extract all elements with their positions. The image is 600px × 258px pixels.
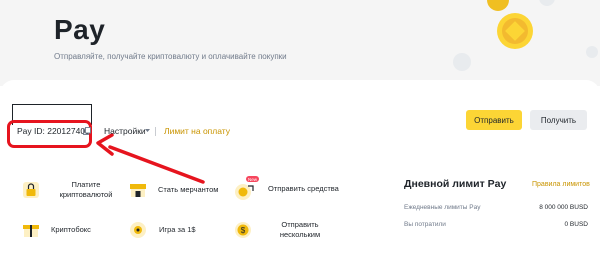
multi-send-icon: $	[235, 222, 251, 238]
settings-dropdown[interactable]: Настройки	[104, 126, 146, 136]
coins-illustration	[453, 0, 598, 71]
daily-limit-title: Дневной лимит Pay	[404, 178, 507, 190]
action-send-multiple[interactable]: Отправить нескольким	[268, 220, 332, 240]
action-become-merchant[interactable]: Стать мерчантом	[158, 185, 218, 195]
new-badge: New	[246, 176, 260, 182]
action-pay-crypto[interactable]: Платите криптовалютой	[56, 180, 116, 200]
hero-banner: Pay Отправляйте, получайте криптовалюту …	[0, 0, 600, 86]
action-game[interactable]: Игра за 1$	[159, 225, 196, 235]
gift-box-icon	[23, 225, 39, 237]
payment-limit-link[interactable]: Лимит на оплату	[164, 126, 230, 136]
send-button[interactable]: Отправить	[466, 110, 522, 130]
game-icon	[130, 222, 146, 238]
action-send-funds[interactable]: Отправить средства	[268, 184, 339, 194]
spent-value: 0 BUSD	[564, 221, 588, 228]
spent-label: Вы потратили	[404, 221, 446, 228]
pay-id-text[interactable]: Pay ID: 220127409	[17, 126, 90, 136]
action-crypto-box[interactable]: Криптобокс	[51, 225, 91, 235]
lock-icon	[23, 182, 39, 198]
daily-limit-label: Ежедневные лимиты Pay	[404, 204, 481, 211]
send-funds-icon	[235, 184, 254, 200]
store-icon	[130, 184, 146, 197]
receive-button[interactable]: Получить	[530, 110, 587, 130]
limit-rules-link[interactable]: Правила лимитов	[532, 181, 590, 188]
copy-icon[interactable]	[83, 127, 91, 135]
svg-text:$: $	[241, 226, 246, 235]
chevron-down-icon[interactable]	[145, 129, 150, 133]
daily-limit-value: 8 000 000 BUSD	[539, 204, 588, 211]
divider	[155, 127, 156, 136]
